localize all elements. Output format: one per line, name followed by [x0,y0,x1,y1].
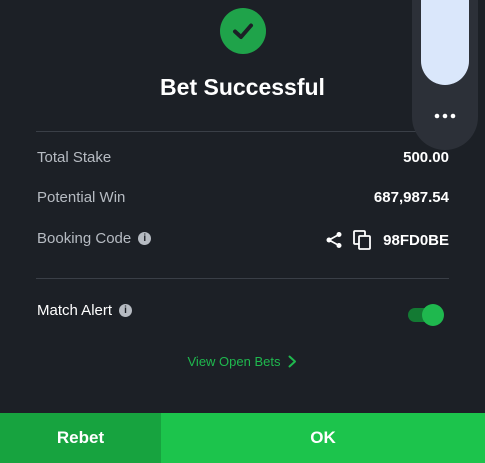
divider-top [36,131,449,132]
potential-win-label-text: Potential Win [37,189,126,206]
match-alert-toggle[interactable] [408,304,446,326]
scroll-thumb[interactable] [421,0,469,85]
match-alert-label-text: Match Alert [37,302,113,319]
share-icon[interactable] [325,231,343,249]
total-stake-label: Total Stake [37,149,111,166]
chevron-right-icon [288,355,297,368]
floating-scroll-panel [412,0,478,150]
info-icon[interactable]: i [138,232,152,245]
match-alert-label: Match Alert i [37,302,133,319]
booking-code-value: 98FD0BE [325,230,449,250]
booking-code-label-text: Booking Code [37,230,132,247]
copy-icon[interactable] [353,230,372,250]
view-open-bets-link[interactable]: View Open Bets [0,354,485,369]
rebet-button[interactable]: Rebet [0,413,161,463]
more-options-icon[interactable] [432,108,458,119]
total-stake-value-text: 500.00 [403,149,449,166]
booking-code-label: Booking Code i [37,230,152,247]
booking-code-text[interactable]: 98FD0BE [383,232,449,249]
toggle-knob [422,304,444,326]
divider-bottom [36,278,449,279]
potential-win-label: Potential Win [37,189,125,206]
total-stake-label-text: Total Stake [37,149,112,166]
success-check-icon [220,8,266,54]
info-icon[interactable]: i [119,304,133,317]
potential-win-value: 687,987.54 [374,189,449,206]
ok-button[interactable]: OK [161,413,485,463]
view-open-bets-text: View Open Bets [187,354,281,369]
potential-win-value-text: 687,987.54 [373,189,449,206]
total-stake-value: 500.00 [403,149,449,166]
